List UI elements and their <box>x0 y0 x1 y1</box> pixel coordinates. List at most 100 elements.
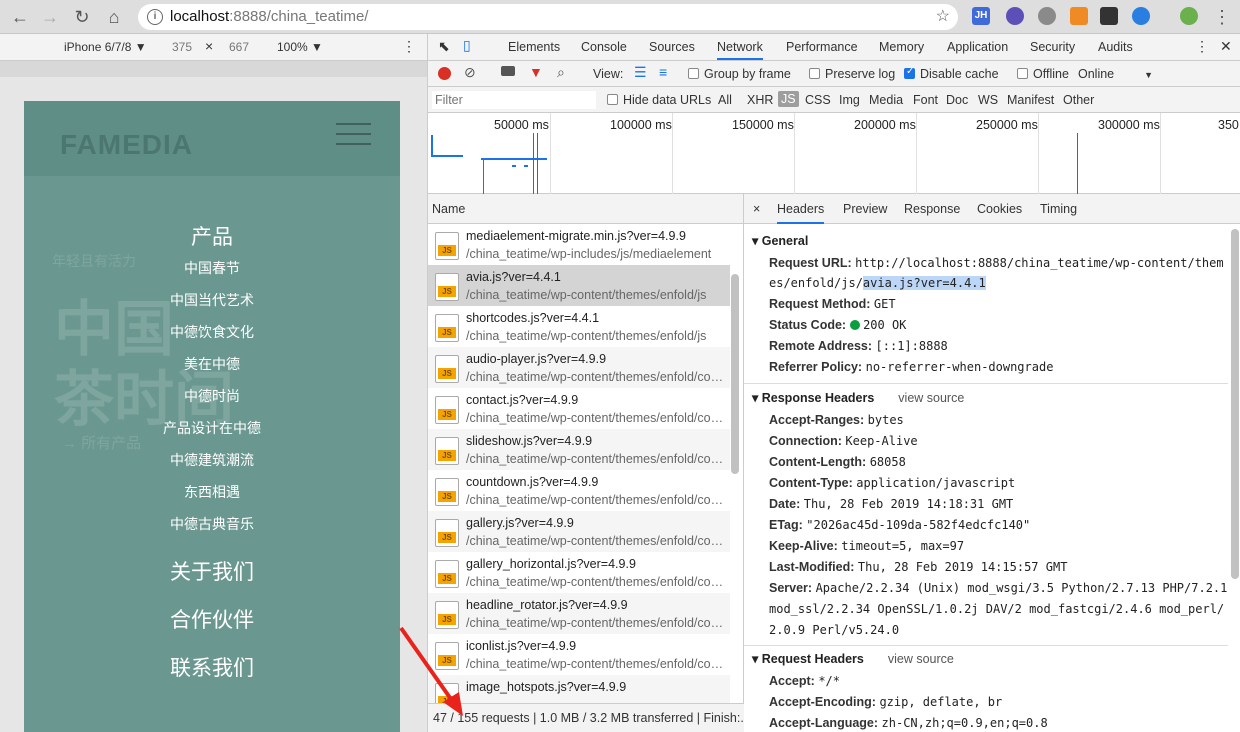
menu-products-title[interactable]: 产品 <box>24 221 400 251</box>
filter-all[interactable]: All <box>718 93 732 107</box>
menu-item[interactable]: 中德建筑潮流 <box>24 450 400 470</box>
devtools-menu-icon[interactable]: ⋮ <box>1195 38 1209 55</box>
request-row[interactable]: mediaelement-migrate.min.js?ver=4.9.9/ch… <box>428 224 730 265</box>
tab-preview[interactable]: Preview <box>843 202 887 216</box>
menu-item[interactable]: 产品设计在中德 <box>24 418 400 438</box>
view-source-link[interactable]: view source <box>888 652 954 666</box>
menu-contact[interactable]: 联系我们 <box>24 652 400 682</box>
headers-scrollbar[interactable] <box>1231 229 1239 579</box>
filter-doc[interactable]: Doc <box>946 93 968 107</box>
menu-item[interactable]: 东西相遇 <box>24 482 400 502</box>
filter-manifest[interactable]: Manifest <box>1007 93 1054 107</box>
tab-timing[interactable]: Timing <box>1040 202 1077 216</box>
tab-elements[interactable]: Elements <box>508 40 560 54</box>
jh-extension-icon[interactable]: JH <box>972 7 990 25</box>
request-row[interactable]: gallery.js?ver=4.9.9/china_teatime/wp-co… <box>428 511 730 552</box>
menu-item[interactable]: 中德时尚 <box>24 386 400 406</box>
menu-item[interactable]: 中德饮食文化 <box>24 322 400 342</box>
tab-audits[interactable]: Audits <box>1098 40 1133 54</box>
filter-js[interactable]: JS <box>778 91 799 107</box>
request-headers-toggle[interactable]: ▾ Request Headers view source <box>752 651 954 666</box>
tab-memory[interactable]: Memory <box>879 40 924 54</box>
request-row[interactable]: countdown.js?ver=4.9.9/china_teatime/wp-… <box>428 470 730 511</box>
hide-data-urls-checkbox[interactable]: Hide data URLs <box>607 93 711 107</box>
react-extension-icon[interactable] <box>1038 7 1056 25</box>
height-input[interactable]: 667 <box>229 40 249 54</box>
back-icon[interactable]: ← <box>8 5 32 29</box>
menu-item[interactable]: 中国春节 <box>24 258 400 278</box>
tab-cookies[interactable]: Cookies <box>977 202 1022 216</box>
preserve-log-checkbox[interactable]: Preserve log <box>809 67 895 81</box>
offline-checkbox[interactable]: Offline <box>1017 67 1069 81</box>
waterfall-icon[interactable]: ≡ <box>659 64 667 80</box>
reload-icon[interactable]: ↻ <box>70 5 94 29</box>
request-row[interactable]: contact.js?ver=4.9.9/china_teatime/wp-co… <box>428 388 730 429</box>
tab-sources[interactable]: Sources <box>649 40 695 54</box>
hamburger-menu-icon[interactable] <box>336 123 371 145</box>
extension-blue-icon[interactable] <box>1132 7 1150 25</box>
request-row[interactable]: gallery_horizontal.js?ver=4.9.9/china_te… <box>428 552 730 593</box>
tab-application[interactable]: Application <box>947 40 1008 54</box>
menu-item[interactable]: 中德古典音乐 <box>24 514 400 534</box>
bookmark-star-icon[interactable]: ☆ <box>936 4 950 30</box>
forward-icon[interactable]: → <box>38 5 62 29</box>
filter-img[interactable]: Img <box>839 93 860 107</box>
request-row[interactable]: audio-player.js?ver=4.9.9/china_teatime/… <box>428 347 730 388</box>
headers-pane: ▾ General Request URL: http://localhost:… <box>744 224 1228 732</box>
timeline-tick: 300000 ms <box>1098 118 1160 132</box>
inspect-icon[interactable]: ⬉ <box>438 38 450 55</box>
address-bar[interactable]: i localhost:8888/china_teatime/ ☆ <box>138 4 958 30</box>
general-section-toggle[interactable]: ▾ General <box>752 233 808 248</box>
tab-performance[interactable]: Performance <box>786 40 858 54</box>
extension-icon[interactable] <box>1006 7 1024 25</box>
menu-partners[interactable]: 合作伙伴 <box>24 604 400 634</box>
response-headers-toggle[interactable]: ▾ Response Headers view source <box>752 390 964 405</box>
tab-response[interactable]: Response <box>904 202 960 216</box>
clear-icon[interactable]: ⊘ <box>464 64 476 81</box>
menu-item[interactable]: 美在中德 <box>24 354 400 374</box>
info-icon[interactable]: i <box>147 9 163 25</box>
extension-orange-icon[interactable] <box>1070 7 1088 25</box>
tab-headers[interactable]: Headers <box>777 202 825 224</box>
request-list-scrollbar[interactable] <box>731 274 739 474</box>
network-overview-timeline[interactable]: 50000 ms 100000 ms 150000 ms 200000 ms 2… <box>428 113 1240 194</box>
chrome-menu-icon[interactable]: ⋮ <box>1210 5 1234 29</box>
group-by-frame-checkbox[interactable]: Group by frame <box>688 67 791 81</box>
close-devtools-icon[interactable]: ✕ <box>1220 38 1232 55</box>
request-row[interactable]: slideshow.js?ver=4.9.9/china_teatime/wp-… <box>428 429 730 470</box>
large-rows-icon[interactable]: ☰ <box>634 64 647 81</box>
view-source-link[interactable]: view source <box>898 391 964 405</box>
filter-media[interactable]: Media <box>869 93 903 107</box>
menu-item[interactable]: 中国当代艺术 <box>24 290 400 310</box>
disable-cache-checkbox[interactable]: Disable cache <box>904 66 999 81</box>
site-logo[interactable]: FAMEDIA <box>60 129 193 161</box>
capture-screenshots-icon[interactable] <box>501 66 515 76</box>
close-detail-icon[interactable]: × <box>753 202 760 216</box>
device-more-icon[interactable]: ⋮ <box>402 38 416 55</box>
tab-security[interactable]: Security <box>1030 40 1075 54</box>
device-toggle-icon[interactable]: ▯ <box>463 37 471 54</box>
filter-css[interactable]: CSS <box>805 93 831 107</box>
timeline-tick: 350 <box>1218 118 1239 132</box>
filter-font[interactable]: Font <box>913 93 938 107</box>
qr-code-icon[interactable] <box>1100 7 1118 25</box>
filter-other[interactable]: Other <box>1063 93 1094 107</box>
profile-avatar-icon[interactable] <box>1180 7 1198 25</box>
filter-ws[interactable]: WS <box>978 93 998 107</box>
tab-network[interactable]: Network <box>717 40 763 60</box>
throttling-select[interactable]: Online ▼ <box>1078 67 1153 81</box>
width-input[interactable]: 375 <box>172 40 192 54</box>
name-column-header[interactable]: Name <box>432 202 465 216</box>
home-icon[interactable]: ⌂ <box>102 5 126 29</box>
tab-console[interactable]: Console <box>581 40 627 54</box>
request-row[interactable]: shortcodes.js?ver=4.4.1/china_teatime/wp… <box>428 306 730 347</box>
filter-xhr[interactable]: XHR <box>747 93 773 107</box>
device-select[interactable]: iPhone 6/7/8 ▼ <box>64 40 147 54</box>
search-icon[interactable]: ⌕ <box>557 64 565 81</box>
filter-icon[interactable]: ▼ <box>529 64 543 80</box>
request-row-selected[interactable]: avia.js?ver=4.4.1/china_teatime/wp-conte… <box>428 265 730 306</box>
menu-about[interactable]: 关于我们 <box>24 556 400 586</box>
filter-input[interactable] <box>432 91 596 109</box>
record-icon[interactable] <box>438 67 451 80</box>
zoom-select[interactable]: 100% ▼ <box>277 40 323 54</box>
